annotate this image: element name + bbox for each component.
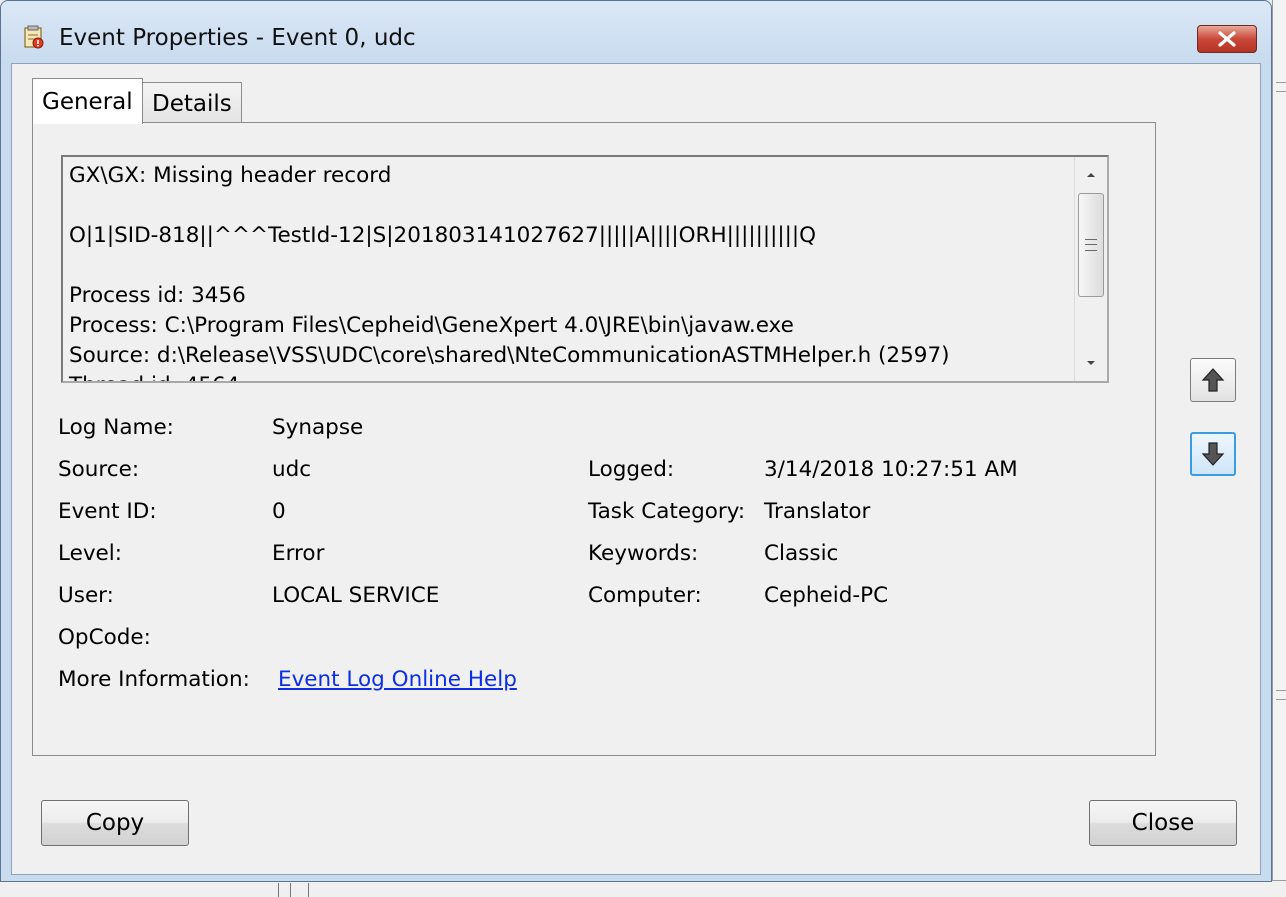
background-tick bbox=[308, 883, 309, 897]
copy-button[interactable]: Copy bbox=[41, 800, 189, 846]
description-line: Process: C:\Program Files\Cepheid\GeneXp… bbox=[69, 313, 794, 338]
log-name-value[interactable]: Synapse bbox=[272, 415, 363, 440]
computer-label: Computer: bbox=[588, 583, 702, 608]
description-line: Source: d:\Release\VSS\UDC\core\shared\N… bbox=[69, 343, 950, 368]
scroll-up-arrow[interactable] bbox=[1075, 161, 1107, 189]
logged-label: Logged: bbox=[588, 457, 675, 482]
background-mark bbox=[1276, 690, 1286, 700]
arrow-down-icon bbox=[1201, 442, 1225, 466]
user-label: User: bbox=[58, 583, 114, 608]
dialog-client-area: General Details GX\GX: Missing header re… bbox=[11, 63, 1261, 875]
computer-value[interactable]: Cepheid-PC bbox=[764, 583, 888, 608]
log-name-label: Log Name: bbox=[58, 415, 174, 440]
copy-button-label: Copy bbox=[85, 810, 145, 836]
source-value[interactable]: udc bbox=[272, 457, 311, 482]
description-line bbox=[69, 191, 1069, 221]
keywords-label: Keywords: bbox=[588, 541, 699, 566]
event-id-label: Event ID: bbox=[58, 499, 157, 524]
tab-details[interactable]: Details bbox=[142, 82, 242, 124]
background-tick bbox=[278, 883, 279, 897]
background-mark bbox=[1276, 82, 1286, 92]
grip-icon bbox=[1085, 239, 1097, 251]
chevron-down-icon bbox=[1087, 361, 1095, 365]
description-line: Process id: 3456 bbox=[69, 283, 246, 308]
next-event-button[interactable] bbox=[1190, 432, 1236, 476]
close-button[interactable]: Close bbox=[1089, 800, 1237, 846]
event-description-text[interactable]: GX\GX: Missing header record O|1|SID-818… bbox=[69, 161, 1069, 381]
source-label: Source: bbox=[58, 457, 140, 482]
description-line bbox=[69, 251, 1069, 281]
event-log-online-help-link[interactable]: Event Log Online Help bbox=[278, 667, 517, 692]
window-title: Event Properties - Event 0, udc bbox=[59, 25, 416, 51]
description-scrollbar[interactable] bbox=[1074, 157, 1107, 381]
task-category-value[interactable]: Translator bbox=[764, 499, 870, 524]
description-line: GX\GX: Missing header record bbox=[69, 163, 392, 188]
chevron-up-icon bbox=[1087, 173, 1095, 177]
description-line: Thread id: 4564 bbox=[69, 371, 1069, 381]
opcode-label: OpCode: bbox=[58, 625, 151, 650]
level-value[interactable]: Error bbox=[272, 541, 324, 566]
background-tick bbox=[290, 883, 291, 897]
close-button-label: Close bbox=[1131, 810, 1195, 836]
title-bar[interactable]: Event Properties - Event 0, udc bbox=[1, 1, 1271, 65]
tab-general[interactable]: General bbox=[32, 78, 143, 124]
level-label: Level: bbox=[58, 541, 122, 566]
scroll-down-arrow[interactable] bbox=[1075, 349, 1107, 377]
event-properties-dialog: Event Properties - Event 0, udc General … bbox=[0, 0, 1272, 882]
previous-event-button[interactable] bbox=[1190, 358, 1236, 402]
event-description-textbox[interactable]: GX\GX: Missing header record O|1|SID-818… bbox=[61, 155, 1109, 383]
user-value[interactable]: LOCAL SERVICE bbox=[272, 583, 439, 608]
description-line: O|1|SID-818||^^^TestId-12|S|201803141027… bbox=[69, 223, 817, 248]
event-viewer-icon bbox=[23, 25, 45, 49]
task-category-label: Task Category: bbox=[588, 499, 746, 524]
event-id-value[interactable]: 0 bbox=[272, 499, 286, 524]
window-close-button[interactable] bbox=[1197, 25, 1257, 53]
more-information-label: More Information: bbox=[58, 667, 250, 692]
tab-details-label: Details bbox=[152, 90, 232, 117]
close-icon bbox=[1218, 31, 1236, 47]
general-tab-panel: GX\GX: Missing header record O|1|SID-818… bbox=[32, 122, 1156, 756]
arrow-up-icon bbox=[1201, 368, 1225, 392]
tab-general-label: General bbox=[42, 88, 133, 115]
logged-value[interactable]: 3/14/2018 10:27:51 AM bbox=[764, 457, 1018, 482]
background-window-bottom bbox=[0, 880, 1286, 897]
keywords-value[interactable]: Classic bbox=[764, 541, 838, 566]
background-window-edge bbox=[1272, 0, 1286, 896]
scroll-thumb[interactable] bbox=[1078, 193, 1104, 297]
